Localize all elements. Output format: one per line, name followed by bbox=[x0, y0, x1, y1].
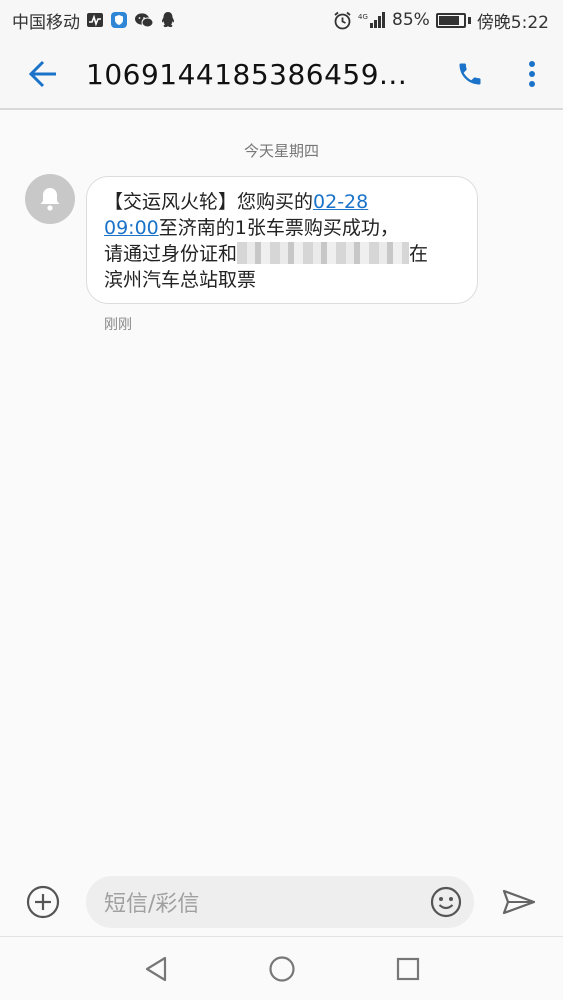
message-input[interactable]: 短信/彩信 bbox=[86, 876, 474, 928]
status-bar: 中国移动 4G 85% 傍晚5:22 bbox=[0, 0, 563, 40]
status-bar-left: 中国移动 bbox=[12, 8, 176, 33]
time-link[interactable]: 09:00 bbox=[104, 217, 159, 239]
message-line-1: 【交运风火轮】您购买的02-28 bbox=[104, 189, 467, 215]
smiley-icon bbox=[430, 886, 462, 918]
message-line-4: 滨州汽车总站取票 bbox=[104, 269, 257, 291]
call-button[interactable] bbox=[439, 39, 501, 109]
date-divider: 今天星期四 bbox=[243, 142, 319, 160]
back-arrow-icon bbox=[28, 60, 56, 88]
message-input-placeholder: 短信/彩信 bbox=[104, 892, 200, 917]
square-recents-icon bbox=[396, 957, 419, 980]
redacted-text bbox=[237, 242, 410, 264]
more-options-button[interactable] bbox=[501, 39, 563, 109]
qq-icon bbox=[160, 11, 176, 29]
triangle-back-icon bbox=[145, 956, 166, 981]
network-type-label: 4G bbox=[358, 13, 368, 21]
emoji-button[interactable] bbox=[418, 876, 474, 928]
compose-bar: 短信/彩信 bbox=[0, 868, 563, 936]
nav-home-button[interactable] bbox=[219, 937, 345, 1000]
shield-icon bbox=[110, 11, 128, 29]
signal-icon: 4G bbox=[358, 11, 386, 29]
add-attachment-button[interactable] bbox=[0, 868, 86, 936]
send-icon bbox=[502, 889, 535, 915]
date-link[interactable]: 02-28 bbox=[313, 191, 368, 213]
circle-home-icon bbox=[268, 955, 295, 982]
activity-icon bbox=[86, 12, 104, 28]
bell-icon bbox=[40, 188, 60, 211]
wechat-icon bbox=[134, 12, 154, 29]
message-text: 请通过身份证和 bbox=[104, 243, 238, 265]
message-text: 【交运风火轮】您购买的 bbox=[104, 191, 314, 213]
send-button[interactable] bbox=[474, 868, 563, 936]
message-text: 在 bbox=[409, 243, 429, 265]
nav-back-button[interactable] bbox=[93, 937, 219, 1000]
system-nav-bar bbox=[0, 936, 563, 1000]
message-text: 至济南的1张车票购买成功， bbox=[158, 217, 399, 239]
battery-icon bbox=[435, 12, 471, 28]
message-timestamp: 刚刚 bbox=[104, 317, 132, 333]
clock: 傍晚5:22 bbox=[476, 12, 549, 33]
phone-icon bbox=[459, 63, 481, 85]
message-line-2: 09:00至济南的1张车票购买成功， bbox=[104, 215, 467, 241]
message-line-3: 请通过身份证和 在 bbox=[104, 241, 467, 267]
conversation-header: 1069144185386459... bbox=[0, 40, 563, 110]
more-vert-icon bbox=[529, 61, 535, 87]
sender-avatar[interactable] bbox=[25, 174, 75, 224]
plus-circle-icon bbox=[26, 885, 60, 919]
alarm-icon bbox=[333, 11, 352, 30]
contact-number-title: 1069144185386459... bbox=[86, 57, 408, 91]
back-button[interactable] bbox=[0, 39, 86, 109]
message-bubble[interactable]: 【交运风火轮】您购买的02-28 09:00至济南的1张车票购买成功， 请通过身… bbox=[86, 176, 478, 304]
status-bar-right: 4G 85% 傍晚5:22 bbox=[333, 8, 549, 33]
carrier-name: 中国移动 bbox=[12, 12, 80, 33]
battery-percent: 85% bbox=[392, 10, 430, 30]
nav-recents-button[interactable] bbox=[345, 937, 471, 1000]
